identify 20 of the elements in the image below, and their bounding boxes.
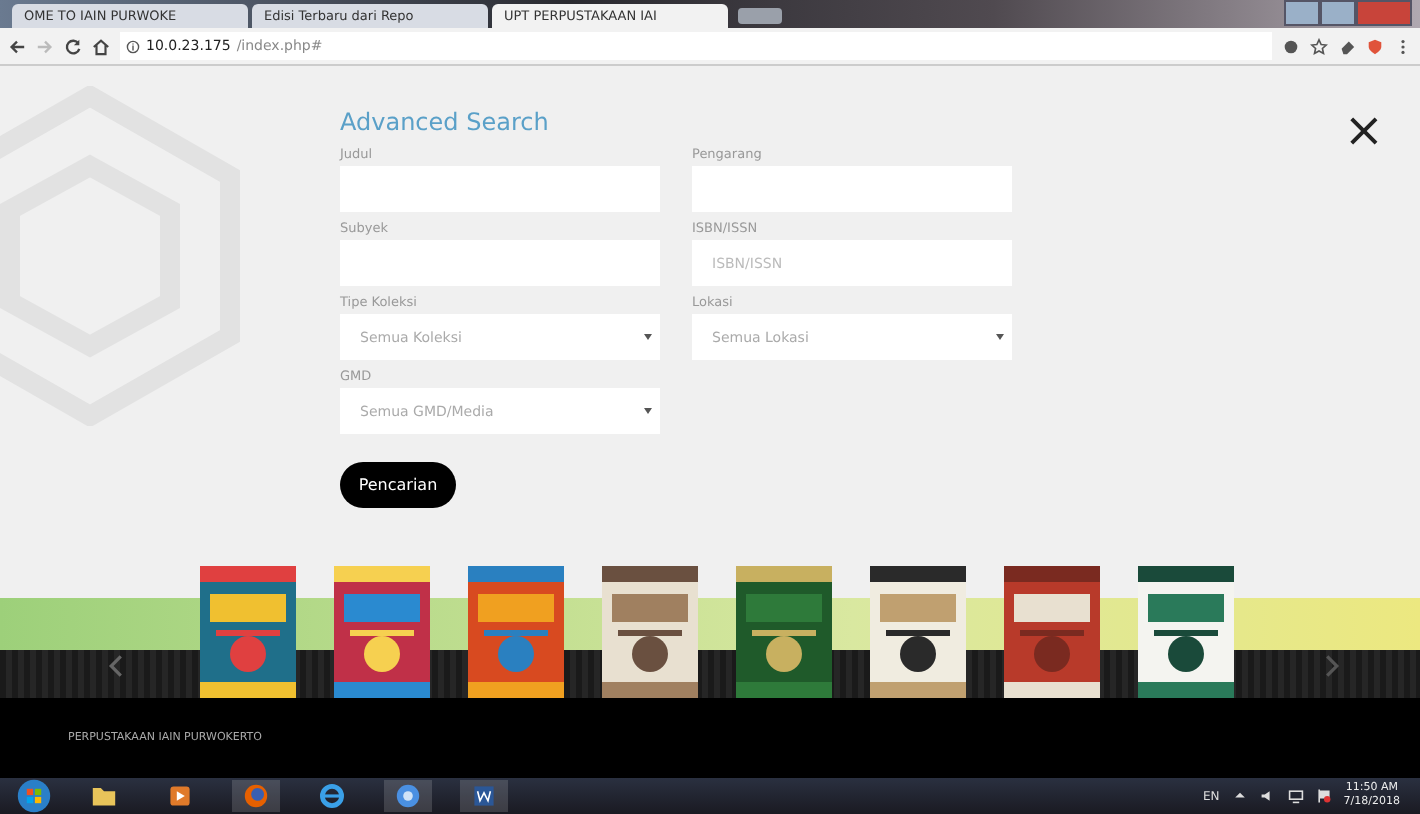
start-button[interactable] (16, 778, 52, 814)
search-button[interactable]: Pencarian (340, 462, 456, 508)
flag-icon[interactable] (1315, 788, 1332, 804)
minimize-button[interactable] (1284, 0, 1320, 26)
star-icon[interactable] (1310, 37, 1328, 55)
back-icon[interactable] (8, 37, 26, 55)
close-button[interactable]: × (1339, 106, 1388, 154)
speaker-icon[interactable] (1259, 788, 1276, 804)
eraser-icon[interactable] (1338, 37, 1356, 55)
info-icon[interactable] (126, 39, 140, 53)
network-icon[interactable] (1287, 788, 1304, 804)
word-icon[interactable] (460, 780, 508, 812)
firefox-icon[interactable] (232, 780, 280, 812)
tray-up-arrow-icon[interactable] (1231, 788, 1248, 804)
home-icon[interactable] (92, 37, 110, 55)
reload-icon[interactable] (64, 37, 82, 55)
maximize-button[interactable] (1320, 0, 1356, 26)
shield-icon[interactable] (1366, 37, 1384, 55)
chrome-icon[interactable] (384, 780, 432, 812)
form-title: Advanced Search (340, 108, 551, 136)
